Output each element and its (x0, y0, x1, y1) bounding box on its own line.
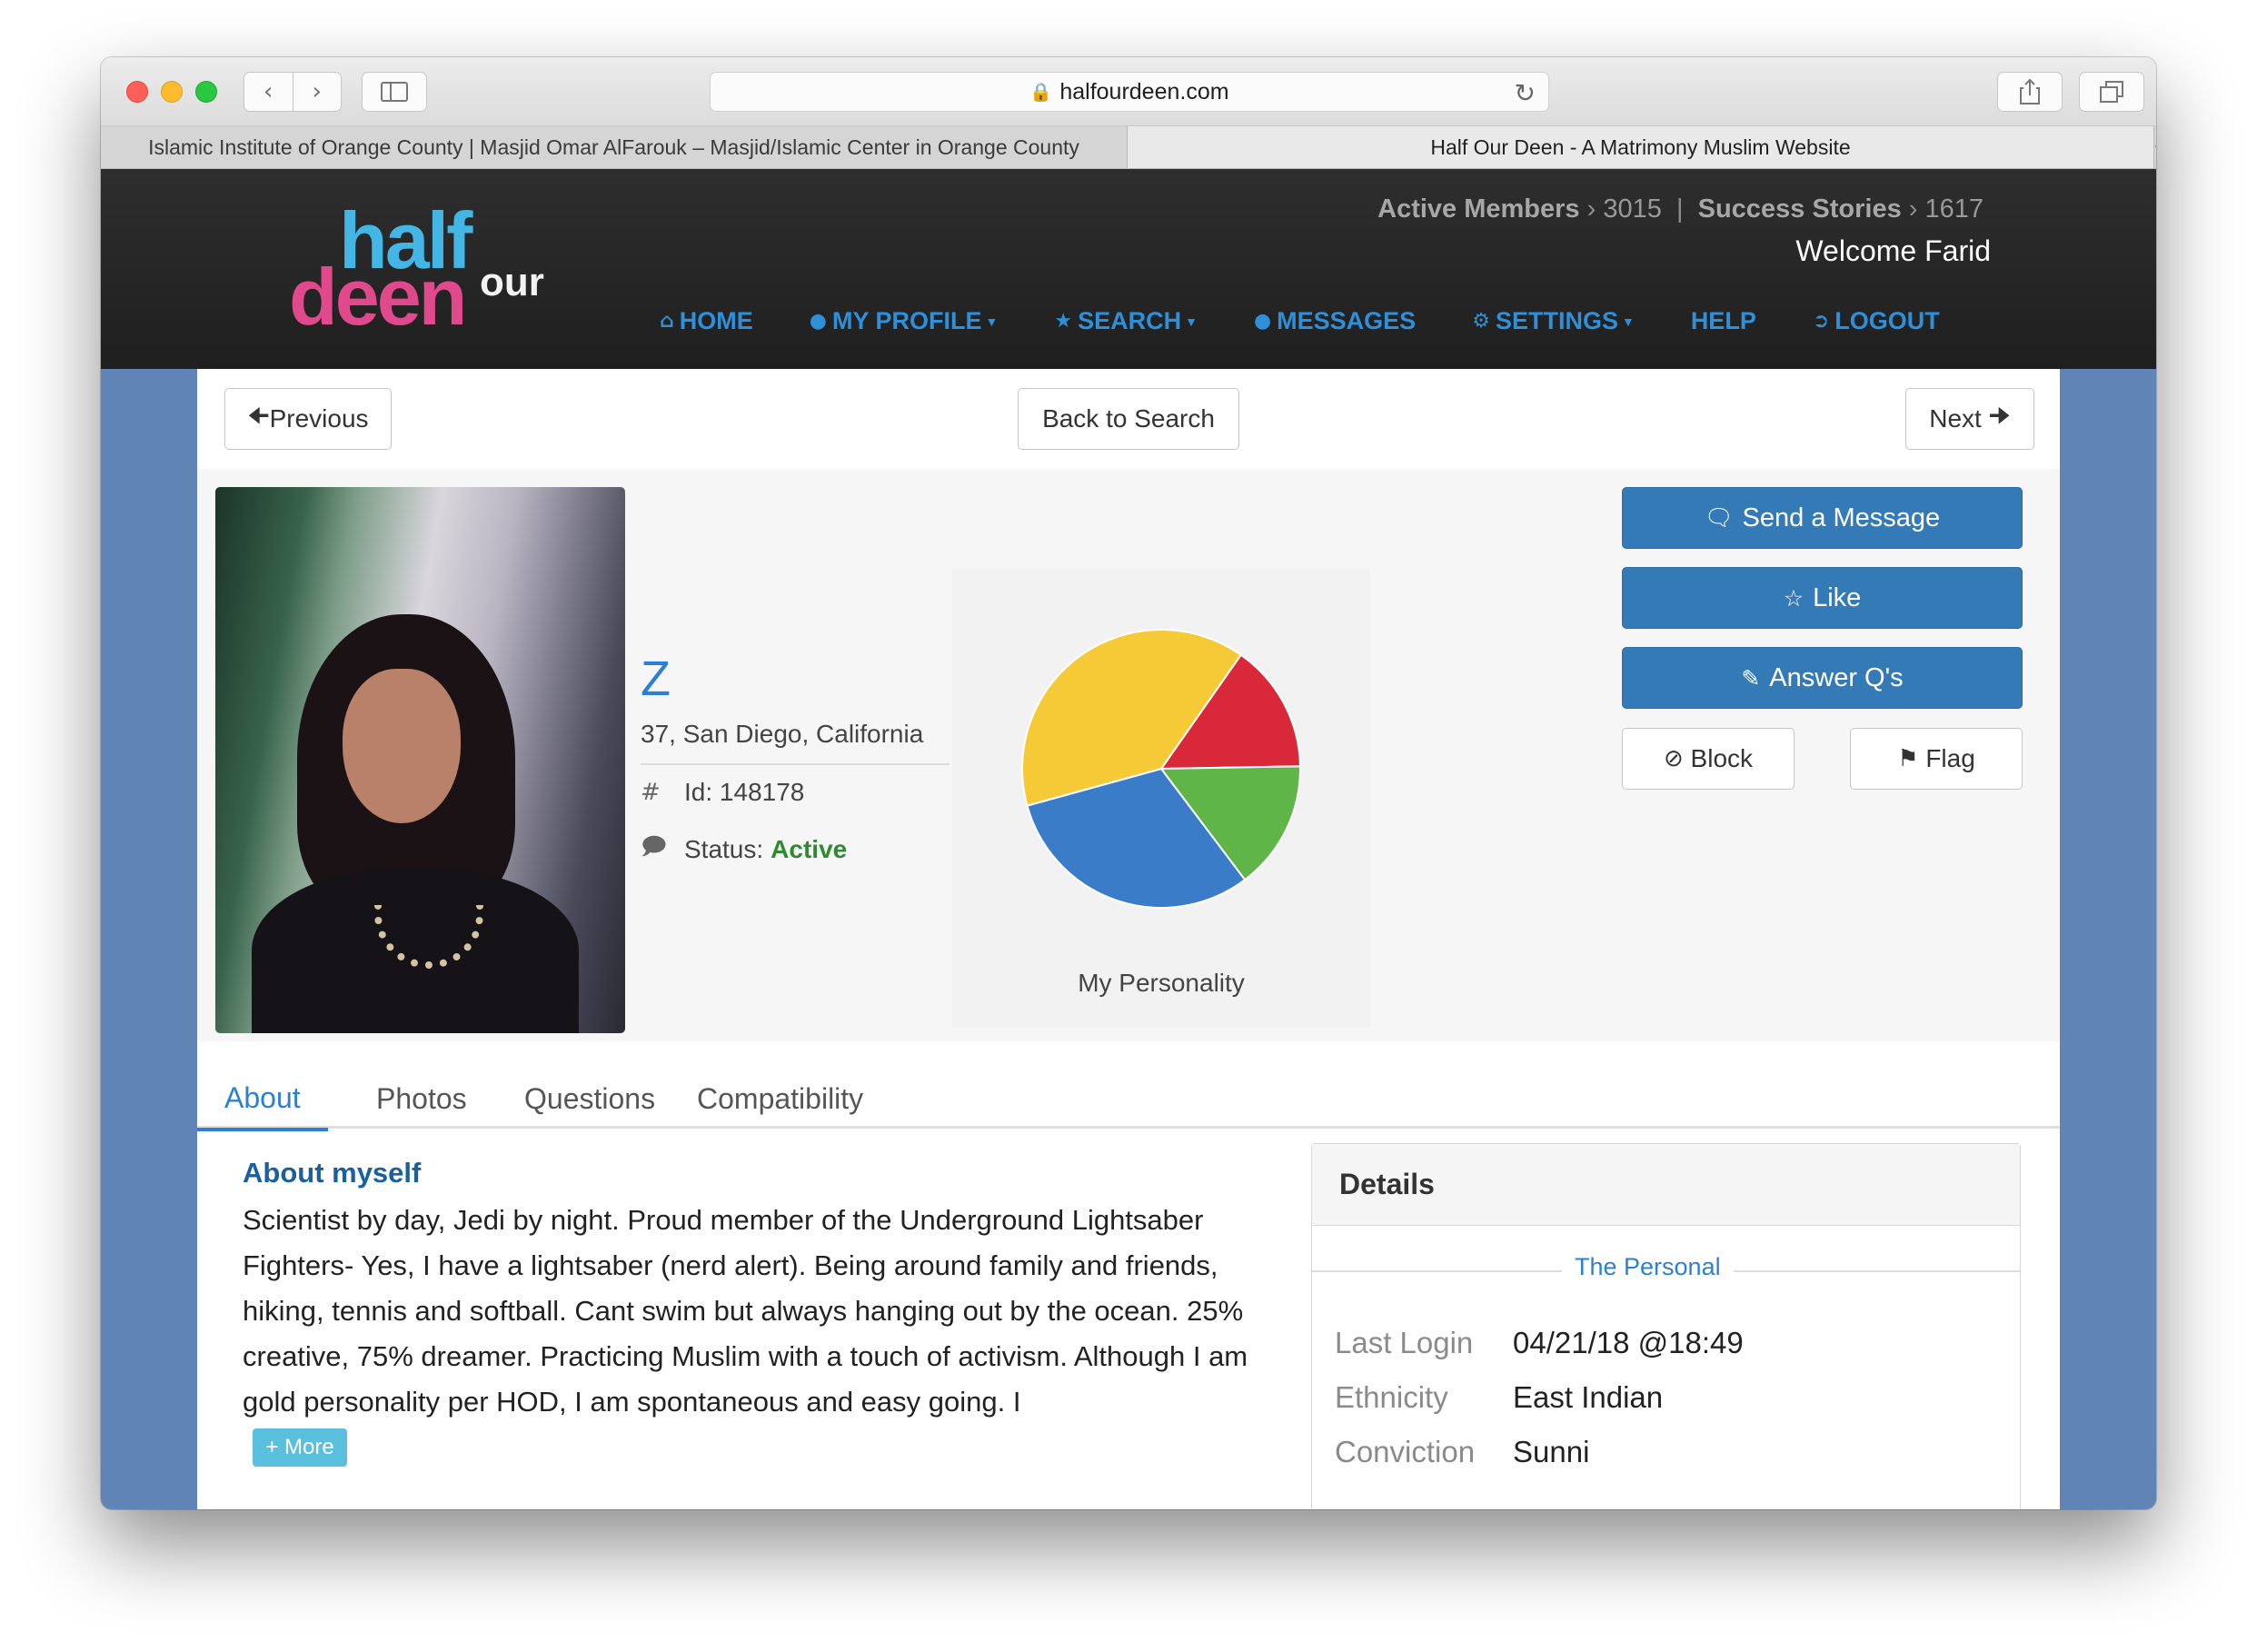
caret-down-icon: ▼ (985, 313, 999, 329)
back-arrow-icon[interactable]: ‹ (244, 78, 293, 105)
nav-help[interactable]: HELP (1691, 307, 1756, 335)
minimize-window-button[interactable] (161, 81, 183, 103)
nav-messages[interactable]: ● MESSAGES (1254, 307, 1416, 335)
more-button[interactable]: + More (253, 1428, 347, 1467)
details-section-legend: The Personal (1562, 1253, 1734, 1281)
success-stories-count: 1617 (1924, 194, 1984, 224)
flag-icon: ⚑ (1897, 745, 1919, 772)
nav-my-profile[interactable]: ● MY PROFILE ▼ (810, 307, 999, 335)
browser-tab-islamic-institute[interactable]: Islamic Institute of Orange County | Mas… (101, 126, 1128, 168)
profile-status: 🗩 Status: Active (641, 830, 847, 870)
address-bar[interactable]: 🔒 halfourdeen.com ↻ (710, 72, 1549, 112)
plus-icon: + (265, 1435, 284, 1459)
star-outline-icon: ☆ (1783, 584, 1805, 612)
comments-icon: 🗨 (1704, 504, 1734, 531)
tab-questions[interactable]: Questions (497, 1069, 682, 1129)
show-tabs-button[interactable] (2079, 72, 2144, 112)
nav-logout[interactable]: ➲ LOGOUT (1813, 307, 1940, 335)
site-header: half deen our Active Members › 3015 | Su… (101, 169, 2156, 369)
divider (641, 763, 950, 765)
hashtag-icon: # (641, 779, 661, 806)
profile-pager: 🠈 Previous Back to Search Next 🠊 (197, 369, 2060, 469)
pie-chart (1021, 629, 1301, 909)
lock-icon: 🔒 (1029, 82, 1053, 103)
profile-location: 37, San Diego, California (641, 720, 924, 748)
back-forward-buttons: ‹ › (244, 72, 342, 112)
welcome-message: Welcome Farid (1795, 234, 1991, 267)
browser-toolbar: ‹ › 🔒 halfourdeen.com ↻ (101, 57, 2156, 126)
page-viewport: half deen our Active Members › 3015 | Su… (101, 169, 2156, 1509)
profile-id: # Id: 148178 (641, 778, 805, 806)
cog-icon: ⚙ (1472, 310, 1490, 333)
comment-icon: 🗩 (641, 833, 667, 861)
user-icon: ● (809, 310, 827, 333)
detail-row: Conviction Sunni (1335, 1435, 1590, 1468)
tab-about[interactable]: About (197, 1069, 328, 1131)
site-stats: Active Members › 3015 | Success Stories … (1377, 194, 1984, 224)
ban-icon: ⊘ (1663, 745, 1684, 772)
back-to-search-button[interactable]: Back to Search (1018, 388, 1239, 450)
detail-row: Last Login 04/21/18 @18:49 (1335, 1326, 1744, 1359)
profile-tabs: About Photos Questions Compatibility (197, 1069, 2060, 1131)
nav-home[interactable]: ⌂ HOME (660, 307, 753, 335)
profile-photo[interactable] (215, 487, 625, 1033)
zoom-window-button[interactable] (195, 81, 217, 103)
new-tab-plus-icon[interactable]: + (2154, 126, 2156, 168)
edit-icon: ✎ (1741, 664, 1761, 692)
profile-container: 🠈 Previous Back to Search Next 🠊 Z 37, Sa… (197, 369, 2060, 1509)
arrow-right-icon: 🠊 (1988, 403, 2011, 430)
block-button[interactable]: ⊘ Block (1622, 728, 1795, 790)
arrow-left-icon: 🠈 (247, 403, 270, 430)
personality-chart: My Personality (952, 569, 1370, 1028)
star-icon: ★ (1054, 310, 1073, 333)
previous-button[interactable]: 🠈 Previous (224, 388, 392, 450)
browser-tab-half-our-deen[interactable]: Half Our Deen - A Matrimony Muslim Websi… (1128, 126, 2154, 168)
share-icon (2020, 78, 2040, 104)
answer-questions-button[interactable]: ✎ Answer Q's (1622, 647, 2023, 709)
profile-name: Z (641, 652, 671, 706)
profile-summary: Z 37, San Diego, California # Id: 148178… (197, 469, 2060, 1041)
caret-down-icon: ▼ (1621, 313, 1635, 329)
forward-arrow-icon[interactable]: › (293, 78, 342, 105)
logout-icon: ➲ (1812, 310, 1830, 333)
detail-row: Ethnicity East Indian (1335, 1380, 1664, 1414)
nav-settings[interactable]: ⚙ SETTINGS ▼ (1472, 307, 1635, 335)
browser-window: ‹ › 🔒 halfourdeen.com ↻ Islamic Institut… (101, 57, 2156, 1509)
comments-icon: ● (1253, 310, 1272, 333)
details-panel: Details The Personal Last Login 04/21/18 … (1311, 1143, 2021, 1509)
next-button[interactable]: Next 🠊 (1905, 388, 2034, 450)
sidebar-icon (381, 82, 408, 102)
chart-title: My Personality (1078, 969, 1245, 997)
flag-button[interactable]: ⚑ Flag (1850, 728, 2023, 790)
home-icon: ⌂ (660, 310, 674, 333)
site-logo[interactable]: half deen our (289, 194, 552, 342)
active-members-count: 3015 (1603, 194, 1662, 224)
caret-down-icon: ▼ (1185, 313, 1198, 329)
browser-tab-bar: Islamic Institute of Orange County | Mas… (101, 126, 2156, 169)
about-heading: About myself (243, 1157, 422, 1189)
close-window-button[interactable] (126, 81, 148, 103)
like-button[interactable]: ☆ Like (1622, 567, 2023, 629)
tab-compatibility[interactable]: Compatibility (670, 1069, 890, 1129)
about-text: Scientist by day, Jedi by night. Proud m… (243, 1204, 1248, 1418)
details-title: Details (1312, 1144, 2020, 1226)
share-button[interactable] (1997, 72, 2063, 112)
status-badge: Active (771, 835, 848, 863)
main-nav: ⌂ HOME ● MY PROFILE ▼ ★ SEARCH ▼ ● MESSAGES ⚙ S… (660, 307, 1996, 335)
sidebar-toggle-button[interactable] (362, 72, 427, 112)
reload-icon[interactable]: ↻ (1515, 78, 1536, 108)
tab-photos[interactable]: Photos (349, 1069, 494, 1129)
send-message-button[interactable]: 🗨 Send a Message (1622, 487, 2023, 549)
tabs-overview-icon (2100, 81, 2123, 103)
nav-search[interactable]: ★ SEARCH ▼ (1054, 307, 1198, 335)
url-text: halfourdeen.com (1059, 78, 1229, 104)
